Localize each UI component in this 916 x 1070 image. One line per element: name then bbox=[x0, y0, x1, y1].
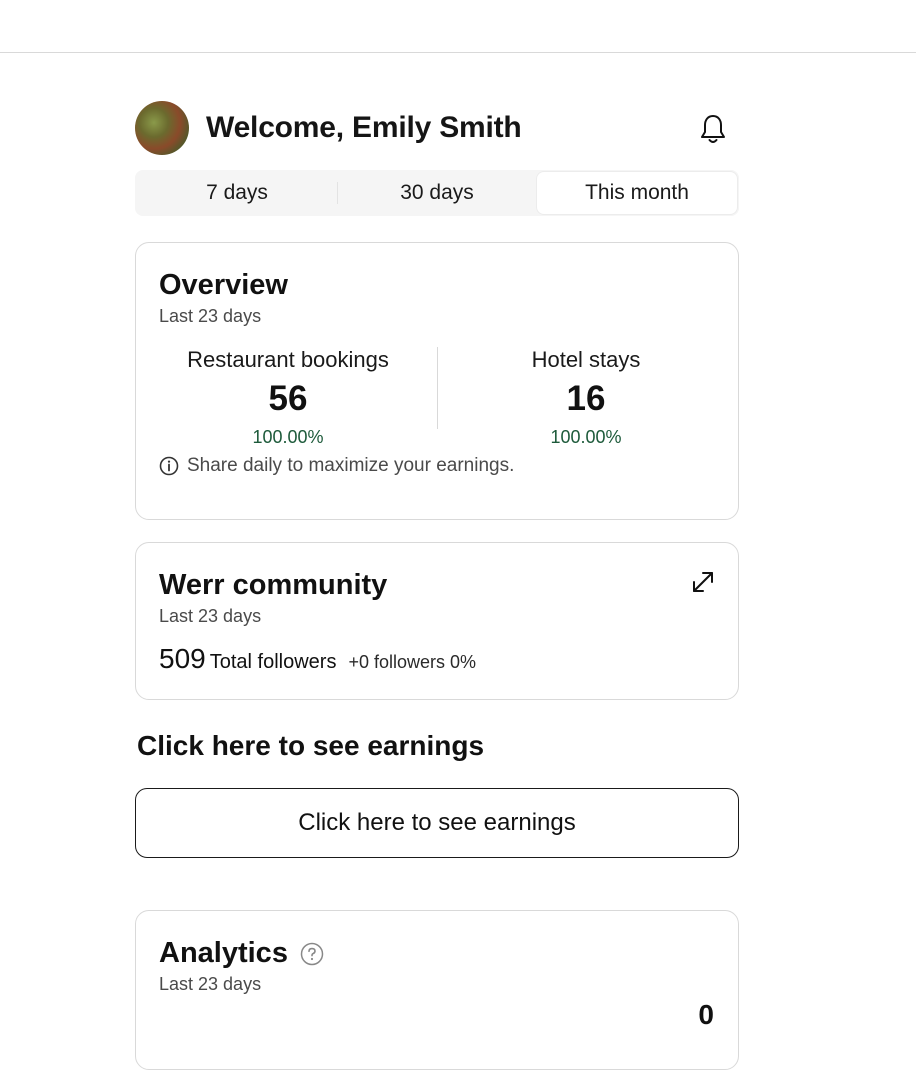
info-icon bbox=[159, 456, 179, 476]
tab-this-month[interactable]: This month bbox=[537, 172, 737, 214]
stat-value: 56 bbox=[268, 379, 308, 418]
stat-label: Hotel stays bbox=[531, 347, 641, 372]
notifications-button[interactable] bbox=[697, 112, 729, 146]
earnings-heading: Click here to see earnings bbox=[137, 730, 485, 761]
tab-7-days[interactable]: 7 days bbox=[137, 172, 337, 214]
analytics-card: Analytics Last 23 days 0 bbox=[135, 910, 739, 1070]
stat-divider bbox=[437, 347, 438, 429]
overview-title: Overview bbox=[159, 269, 288, 301]
top-bar bbox=[0, 0, 916, 53]
stat-restaurant-bookings: Restaurant bookings 56 100.00% bbox=[159, 347, 437, 447]
analytics-title: Analytics bbox=[159, 937, 288, 969]
stat-label: Restaurant bookings bbox=[187, 347, 389, 372]
expand-icon bbox=[693, 572, 713, 592]
community-title: Werr community bbox=[159, 569, 388, 601]
bell-icon bbox=[701, 115, 725, 143]
page-title: Welcome, Emily Smith bbox=[206, 111, 522, 144]
stat-percent: 100.00% bbox=[252, 427, 324, 447]
stat-hotel-stays: Hotel stays 16 100.00% bbox=[437, 347, 715, 447]
see-earnings-button[interactable]: Click here to see earnings bbox=[135, 788, 739, 858]
analytics-title-row: Analytics bbox=[159, 937, 715, 970]
tab-30-days[interactable]: 30 days bbox=[337, 172, 537, 214]
followers-count: 509 bbox=[159, 643, 206, 674]
overview-subtitle: Last 23 days bbox=[159, 306, 262, 326]
date-range-tabs: 7 days 30 days This month bbox=[135, 170, 739, 216]
help-icon[interactable] bbox=[300, 942, 324, 966]
followers-label: Total followers bbox=[209, 651, 337, 673]
community-card: Werr community Last 23 days 509 Total fo… bbox=[135, 542, 739, 700]
overview-card: Overview Last 23 days Restaurant booking… bbox=[135, 242, 739, 520]
analytics-subtitle: Last 23 days bbox=[159, 974, 262, 994]
overview-stats: Restaurant bookings 56 100.00% Hotel sta… bbox=[159, 347, 715, 447]
analytics-value: 0 bbox=[698, 999, 714, 1030]
welcome-header: Welcome, Emily Smith bbox=[135, 100, 739, 156]
expand-button[interactable] bbox=[690, 569, 716, 595]
dashboard-content: Welcome, Emily Smith 7 days 30 days This… bbox=[135, 100, 739, 1070]
avatar[interactable] bbox=[135, 101, 189, 155]
followers-delta: +0 followers 0% bbox=[348, 652, 477, 672]
earnings-tip: Share daily to maximize your earnings. bbox=[159, 455, 715, 477]
tip-text: Share daily to maximize your earnings. bbox=[187, 455, 515, 476]
community-subtitle: Last 23 days bbox=[159, 606, 262, 626]
stat-value: 16 bbox=[566, 379, 606, 418]
stat-percent: 100.00% bbox=[550, 427, 622, 447]
followers-summary: 509 Total followers +0 followers 0% bbox=[159, 643, 715, 675]
